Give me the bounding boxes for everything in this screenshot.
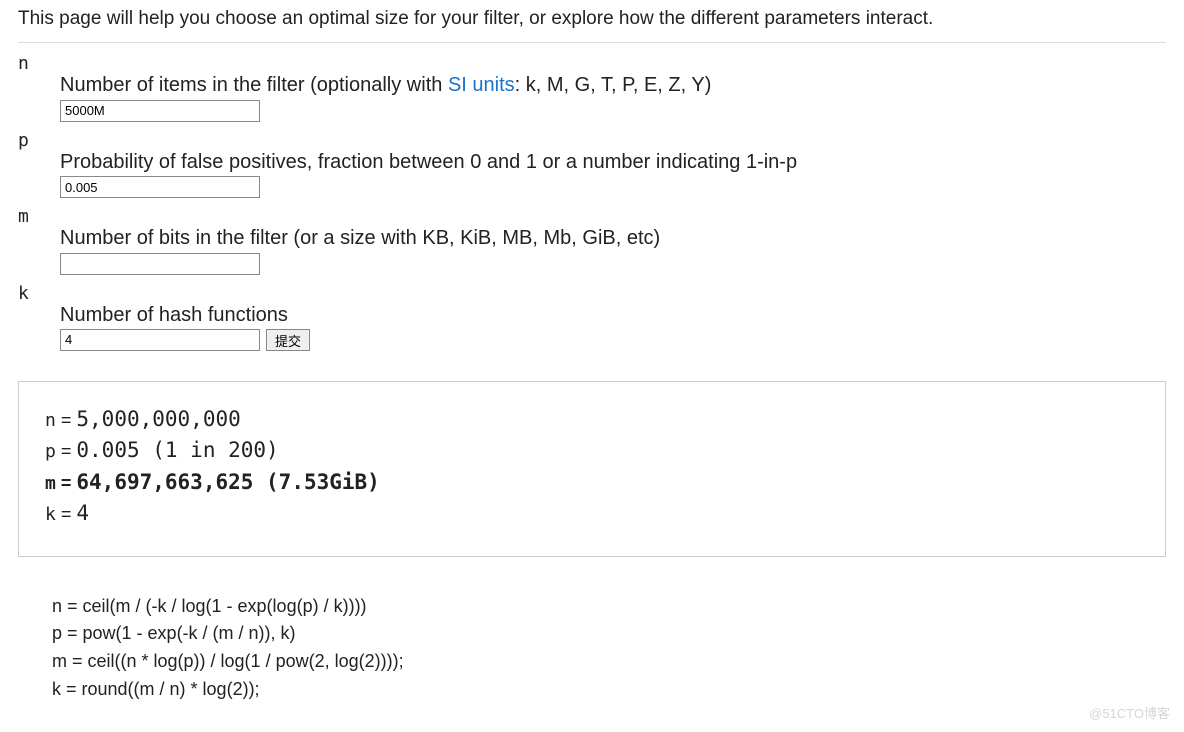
watermark: @51CTO博客: [1089, 703, 1170, 722]
param-var-k: k: [18, 283, 1166, 304]
param-block-k: Number of hash functions 提交: [60, 304, 1166, 351]
param-label-m: Number of bits in the filter (or a size …: [60, 227, 1166, 250]
formula-m: m = ceil((n * log(p)) / log(1 / pow(2, l…: [52, 648, 1166, 676]
param-var-m: m: [18, 206, 1166, 227]
result-m: m = 64,697,663,625 (7.53GiB): [45, 467, 1139, 499]
input-k[interactable]: [60, 329, 260, 351]
param-var-p: p: [18, 130, 1166, 151]
param-label-p: Probability of false positives, fraction…: [60, 151, 1166, 174]
submit-button[interactable]: 提交: [266, 329, 310, 351]
result-n: n = 5,000,000,000: [45, 404, 1139, 436]
input-p[interactable]: [60, 176, 260, 198]
param-label-n: Number of items in the filter (optionall…: [60, 74, 1166, 97]
input-m[interactable]: [60, 253, 260, 275]
formulas-block: n = ceil(m / (-k / log(1 - exp(log(p) / …: [18, 593, 1166, 705]
param-label-n-pre: Number of items in the filter (optionall…: [60, 74, 448, 96]
si-units-link[interactable]: SI units: [448, 74, 515, 96]
param-label-k: Number of hash functions: [60, 304, 1166, 327]
intro-text: This page will help you choose an optima…: [18, 8, 1166, 30]
param-block-n: Number of items in the filter (optionall…: [60, 74, 1166, 122]
param-label-n-post: : k, M, G, T, P, E, Z, Y): [515, 74, 712, 96]
formula-k: k = round((m / n) * log(2));: [52, 676, 1166, 704]
formula-p: p = pow(1 - exp(-k / (m / n)), k): [52, 620, 1166, 648]
parameters-list: n Number of items in the filter (optiona…: [18, 53, 1166, 351]
param-block-m: Number of bits in the filter (or a size …: [60, 227, 1166, 275]
input-n[interactable]: [60, 100, 260, 122]
divider: [18, 42, 1166, 43]
param-var-n: n: [18, 53, 1166, 74]
formula-n: n = ceil(m / (-k / log(1 - exp(log(p) / …: [52, 593, 1166, 621]
param-block-p: Probability of false positives, fraction…: [60, 151, 1166, 199]
result-k: k = 4: [45, 498, 1139, 530]
result-p: p = 0.005 (1 in 200): [45, 435, 1139, 467]
results-box: n = 5,000,000,000 p = 0.005 (1 in 200) m…: [18, 381, 1166, 557]
